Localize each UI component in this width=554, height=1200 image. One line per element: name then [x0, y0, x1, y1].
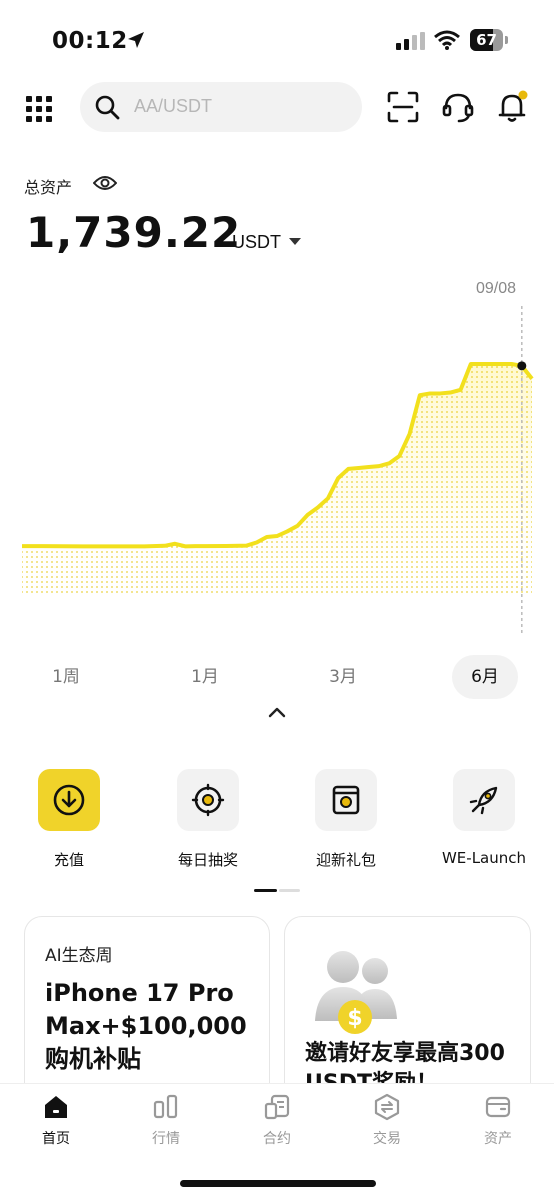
notification-bell-icon[interactable] [496, 90, 530, 124]
customer-support-icon[interactable] [441, 90, 475, 124]
nav-label: 首页 [42, 1131, 70, 1147]
period-tab-3m[interactable]: 3月 [310, 655, 376, 699]
nav-assets[interactable]: 资产 [458, 1092, 538, 1148]
status-bar: 00:12 67 [0, 0, 554, 80]
wallet-icon [485, 1096, 511, 1118]
actions-pager [254, 889, 300, 892]
home-icon [45, 1096, 67, 1118]
svg-text:$: $ [347, 1006, 362, 1031]
chart-area-dots [22, 364, 532, 595]
gift-pack-icon [332, 785, 360, 815]
action-label: 每日抽奖 [177, 851, 238, 869]
balance-currency[interactable]: USDT [232, 232, 281, 253]
promo-tag: AI生态周 [45, 946, 113, 966]
period-tabs: 1周 1月 3月 6月 [0, 655, 554, 699]
total-balance: 1,739.22 [26, 208, 242, 257]
location-arrow-icon [128, 32, 144, 48]
currency-dropdown-icon[interactable] [289, 238, 301, 245]
action-label: WE-Launch [441, 849, 527, 867]
total-assets-label: 总资产 [24, 178, 73, 197]
deposit-icon [53, 784, 85, 816]
period-tab-6m[interactable]: 6月 [452, 655, 518, 699]
action-label: 充值 [53, 851, 84, 869]
action-we-launch[interactable]: WE-Launch [434, 769, 534, 867]
nav-label: 交易 [373, 1131, 401, 1147]
trade-icon [374, 1093, 400, 1121]
market-icon [153, 1094, 178, 1119]
app-grid-icon[interactable] [25, 95, 53, 123]
period-tab-1w[interactable]: 1周 [33, 655, 99, 699]
chart-svg [22, 306, 534, 635]
home-indicator [180, 1180, 376, 1187]
chevron-up-icon[interactable] [266, 704, 288, 720]
battery-level: 67 [476, 31, 497, 49]
chart-point-marker [517, 361, 527, 371]
referral-people-icon: $ [315, 951, 397, 1034]
asset-chart[interactable]: 09/08 [0, 270, 554, 650]
chart-date-label: 09/08 [476, 280, 517, 297]
action-daily-lottery[interactable]: 每日抽奖 [158, 769, 258, 870]
eye-icon[interactable] [93, 173, 117, 193]
battery-indicator: 67 [470, 29, 508, 51]
nav-contract[interactable]: 合约 [237, 1092, 317, 1148]
nav-label: 资产 [484, 1131, 512, 1147]
action-welcome-pack[interactable]: 迎新礼包 [296, 769, 396, 870]
scan-icon[interactable] [386, 90, 420, 124]
search-icon [95, 95, 120, 120]
cellular-signal-icon [396, 32, 425, 50]
action-label: 迎新礼包 [315, 851, 376, 869]
contract-icon [264, 1094, 290, 1120]
nav-label: 合约 [263, 1131, 291, 1147]
wifi-icon [434, 30, 460, 50]
search-bar[interactable]: AA/USDT [80, 82, 362, 132]
promo-title: iPhone 17 Pro Max+$100,000 购机补贴 [45, 979, 247, 1073]
action-deposit[interactable]: 充值 [19, 769, 119, 870]
nav-market[interactable]: 行情 [126, 1092, 206, 1148]
period-tab-1m[interactable]: 1月 [172, 655, 238, 699]
lucky-wheel-icon [191, 783, 225, 817]
nav-label: 行情 [152, 1131, 180, 1147]
status-time: 00:12 [52, 28, 128, 54]
nav-home[interactable]: 首页 [16, 1092, 96, 1148]
rocket-icon [469, 786, 498, 815]
top-header: AA/USDT [0, 80, 554, 136]
nav-trade[interactable]: 交易 [347, 1092, 427, 1148]
search-placeholder: AA/USDT [134, 96, 213, 116]
